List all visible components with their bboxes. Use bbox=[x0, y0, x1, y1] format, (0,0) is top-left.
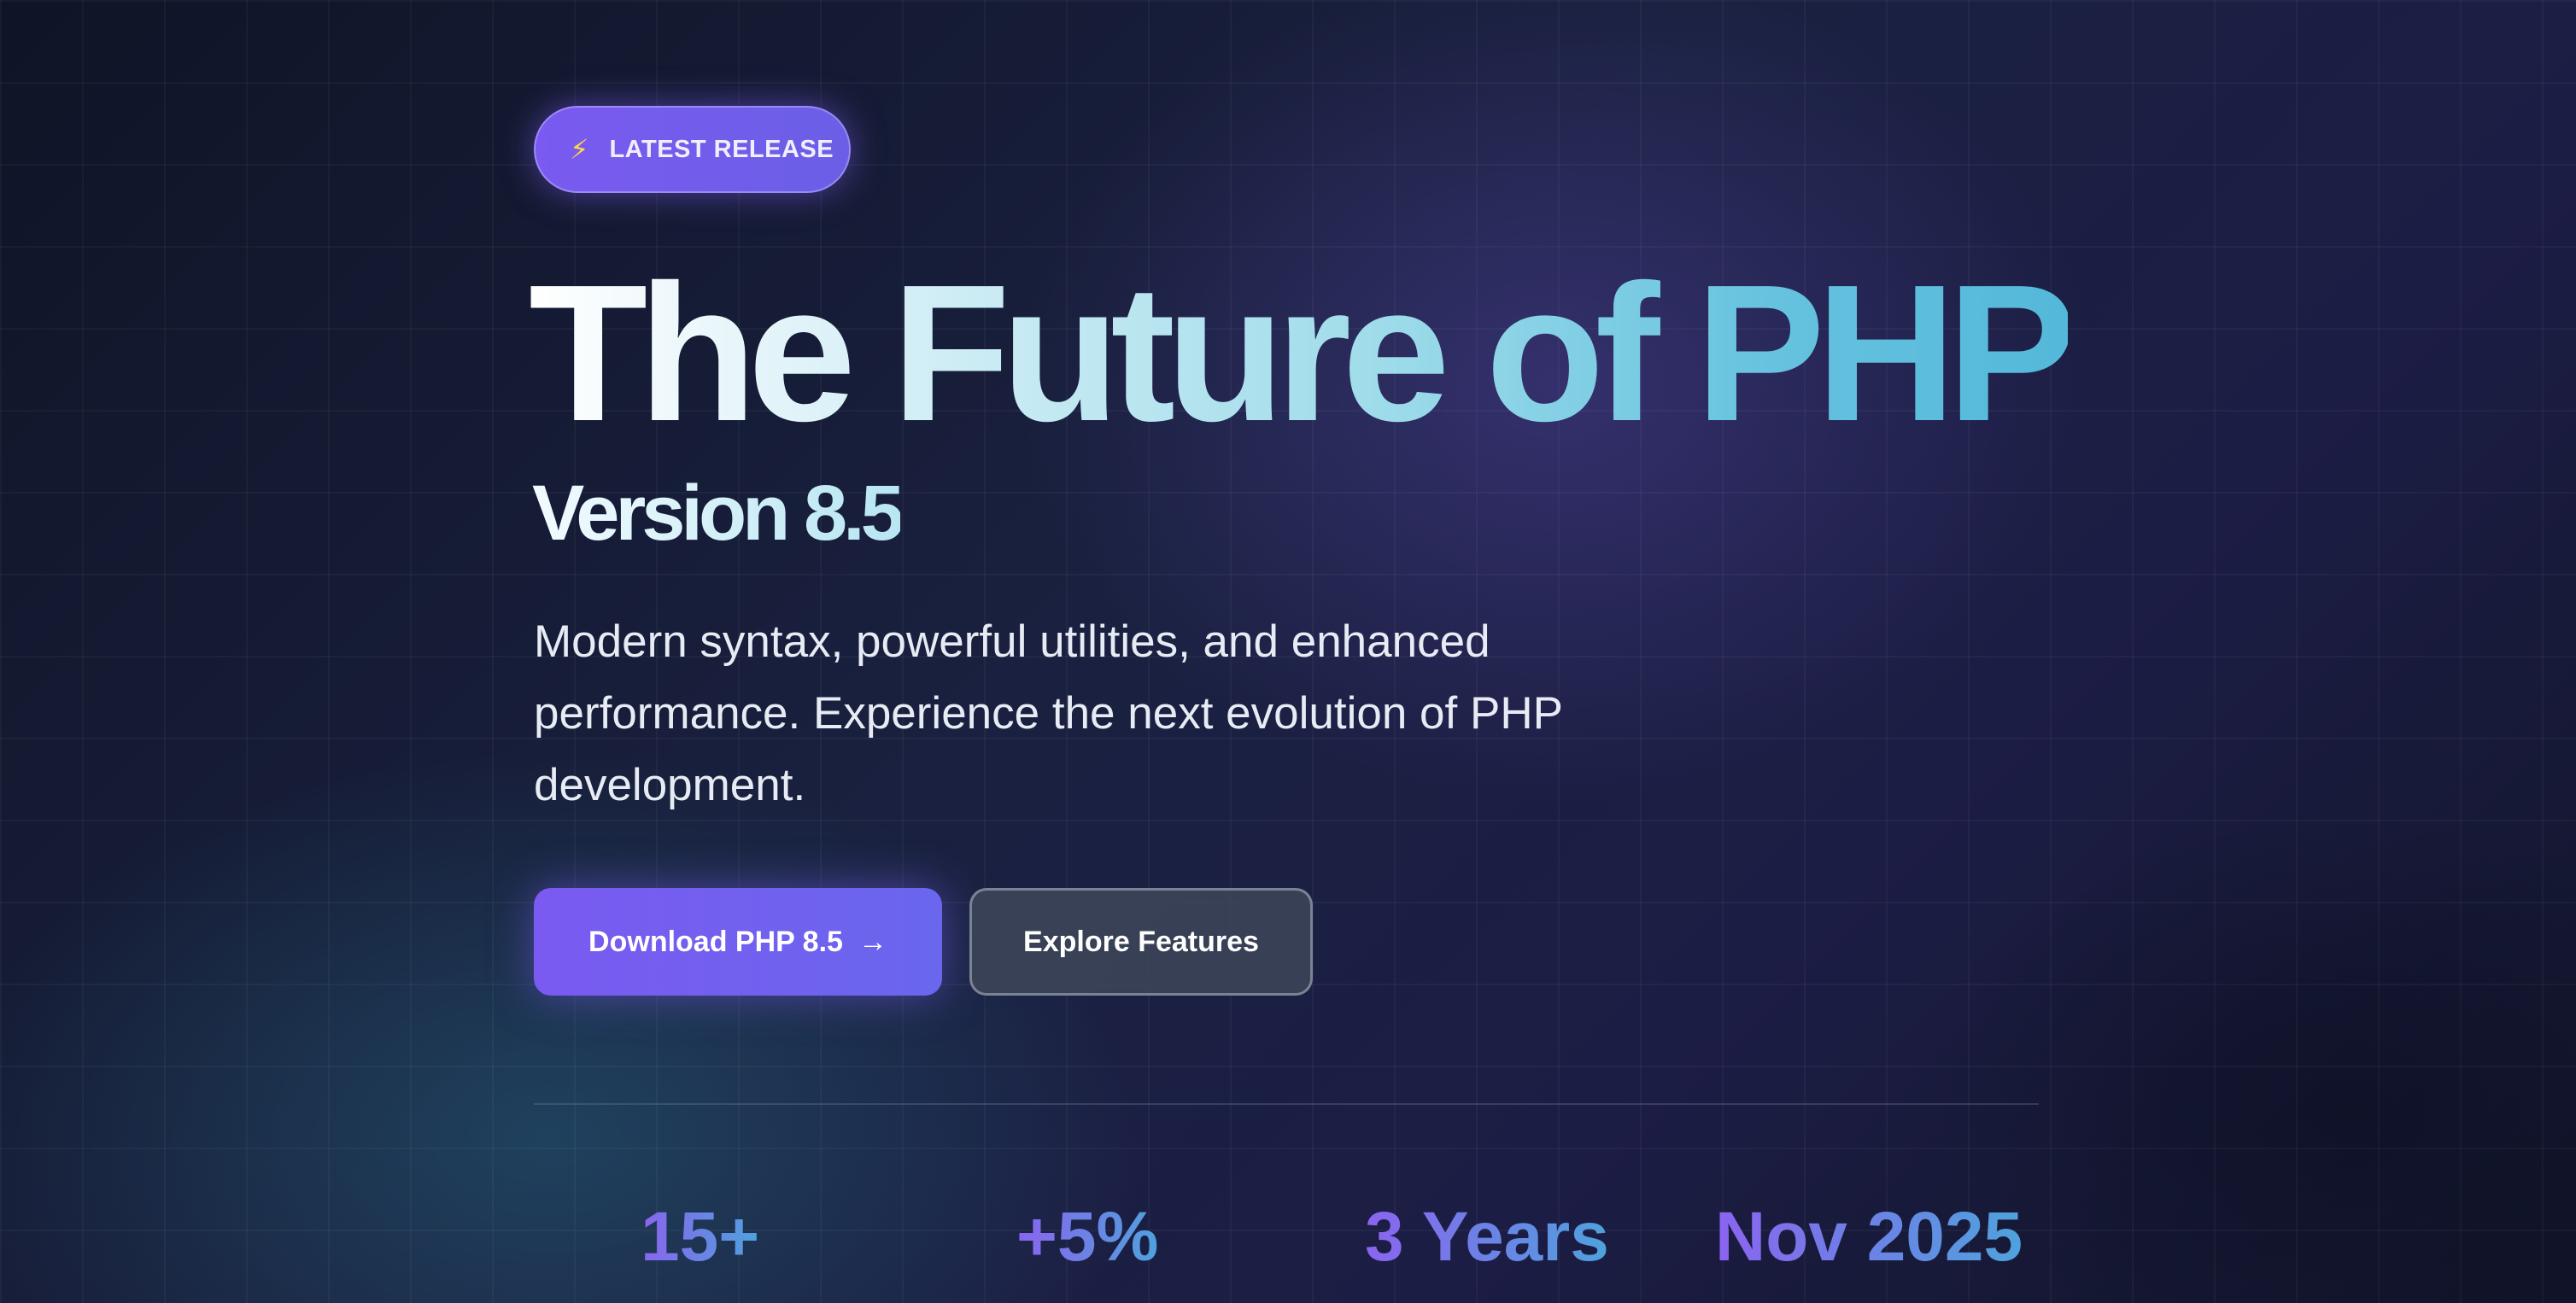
stat-value: 3 Years bbox=[1365, 1198, 1609, 1276]
page-title: The Future of PHP bbox=[529, 245, 2077, 462]
explore-button-label: Explore Features bbox=[1023, 925, 1259, 958]
arrow-right-icon: → bbox=[858, 925, 887, 958]
download-button-label: Download PHP 8.5 bbox=[588, 925, 843, 958]
latest-release-badge: ⚡ LATEST RELEASE bbox=[534, 106, 851, 193]
download-button[interactable]: Download PHP 8.5 → bbox=[534, 888, 942, 996]
badge-label: LATEST RELEASE bbox=[609, 135, 834, 163]
hero-section: ⚡ LATEST RELEASE The Future of PHP Versi… bbox=[529, 0, 2077, 1303]
lightning-icon: ⚡ bbox=[570, 134, 589, 165]
stat-value: 15+ bbox=[641, 1198, 760, 1276]
explore-features-button[interactable]: Explore Features bbox=[969, 888, 1313, 996]
divider bbox=[534, 1103, 2039, 1105]
version-subtitle: Version 8.5 bbox=[532, 470, 905, 557]
stat-value: +5% bbox=[1016, 1198, 1159, 1276]
hero-description: Modern syntax, powerful utilities, and e… bbox=[534, 616, 1562, 810]
stat-value: Nov 2025 bbox=[1715, 1198, 2023, 1276]
